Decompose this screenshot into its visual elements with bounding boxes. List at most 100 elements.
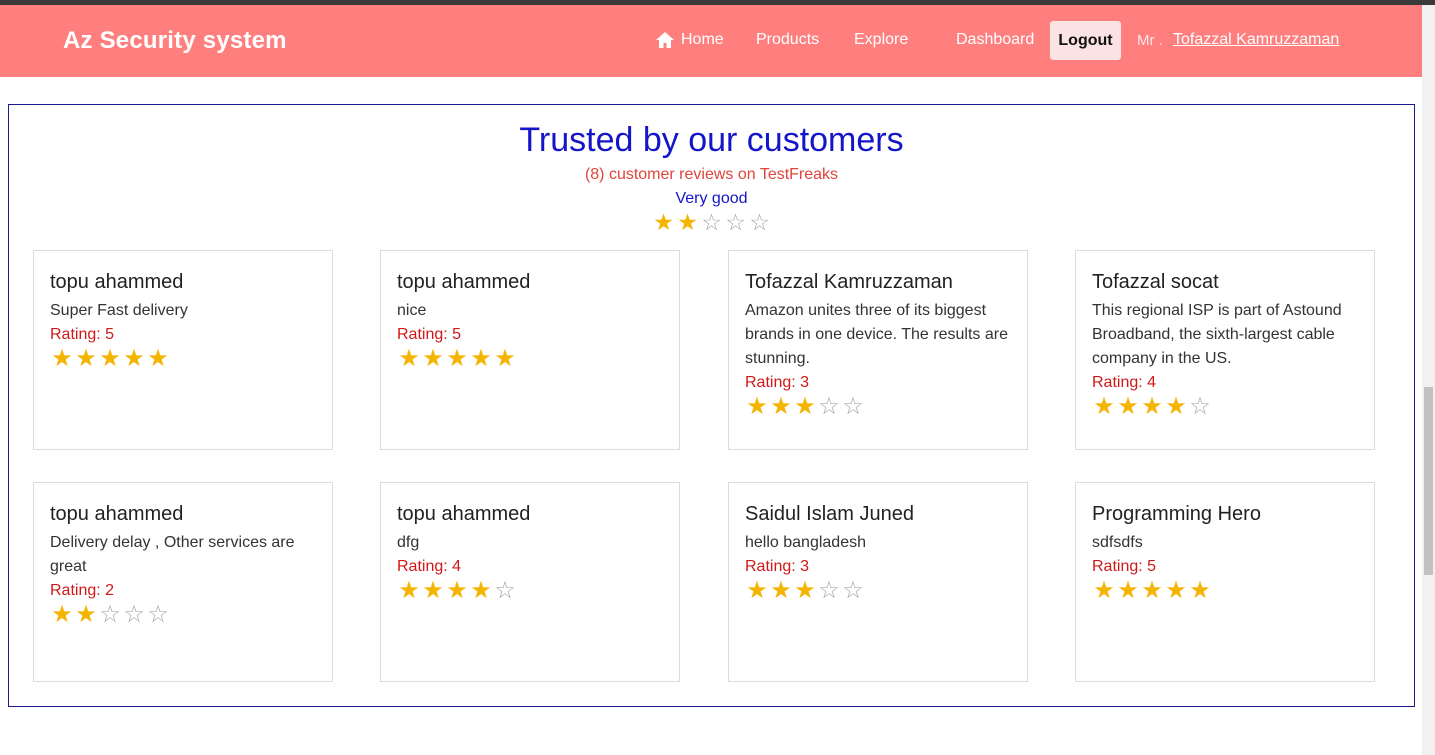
star-filled-icon: ★ [446, 345, 468, 372]
star-outline-icon: ☆ [123, 601, 145, 628]
review-rating-stars: ★ ★ ★ ☆ ☆ [745, 579, 1011, 603]
star-filled-icon: ★ [147, 345, 169, 372]
review-card: topu ahammed Delivery delay , Other servi… [33, 482, 333, 682]
review-rating-stars: ★ ★ ★ ☆ ☆ [745, 395, 1011, 419]
reviewer-name: Tofazzal socat [1092, 271, 1219, 293]
reviews-section: Trusted by our customers (8) customer re… [8, 104, 1415, 707]
reviewer-name: topu ahammed [50, 503, 184, 525]
star-filled-icon: ★ [446, 577, 468, 604]
star-filled-icon: ★ [470, 345, 492, 372]
page-scrollbar-thumb[interactable] [1424, 387, 1433, 575]
review-rating-label: Rating: 3 [745, 374, 810, 391]
review-text: dfg [397, 534, 420, 551]
reviewer-name: topu ahammed [50, 271, 184, 293]
review-rating-label: Rating: 2 [50, 582, 115, 599]
overall-rating-stars: ★ ★ ☆ ☆ ☆ [9, 211, 1414, 235]
star-filled-icon: ★ [398, 345, 420, 372]
user-name-link[interactable]: Tofazzal Kamruzzaman [1173, 31, 1339, 49]
review-rating-stars: ★ ★ ★ ★ ★ [1092, 579, 1358, 603]
star-filled-icon: ★ [123, 345, 145, 372]
review-text: Amazon unites three of its biggest brand… [745, 302, 1008, 367]
star-filled-icon: ★ [794, 393, 816, 420]
star-outline-icon: ☆ [701, 209, 722, 235]
star-filled-icon: ★ [422, 345, 444, 372]
review-card: Programming Hero sdfsdfs Rating: 5 ★ ★ ★ ★ ★ [1075, 482, 1375, 682]
review-rating-stars: ★ ★ ★ ★ ☆ [1092, 395, 1358, 419]
review-text: Super Fast delivery [50, 302, 188, 319]
star-outline-icon: ☆ [494, 577, 516, 604]
nav-home-link[interactable]: Home [655, 31, 724, 49]
star-filled-icon: ★ [1165, 393, 1187, 420]
review-card: Saidul Islam Juned hello bangladesh Rating… [728, 482, 1028, 682]
star-filled-icon: ★ [746, 577, 768, 604]
review-card: topu ahammed nice Rating: 5 ★ ★ ★ ★ ★ [380, 250, 680, 450]
star-filled-icon: ★ [677, 209, 698, 235]
review-card: Tofazzal Kamruzzaman Amazon unites three … [728, 250, 1028, 450]
section-title: Trusted by our customers [519, 121, 904, 159]
reviewer-name: Programming Hero [1092, 503, 1261, 525]
reviewer-name: Saidul Islam Juned [745, 503, 914, 525]
star-outline-icon: ☆ [99, 601, 121, 628]
star-filled-icon: ★ [1165, 577, 1187, 604]
star-filled-icon: ★ [398, 577, 420, 604]
star-filled-icon: ★ [75, 601, 97, 628]
star-filled-icon: ★ [75, 345, 97, 372]
reviews-count-text: (8) customer reviews on TestFreaks [584, 166, 839, 183]
star-filled-icon: ★ [794, 577, 816, 604]
star-filled-icon: ★ [1093, 577, 1115, 604]
review-rating-label: Rating: 5 [1092, 558, 1157, 575]
star-filled-icon: ★ [1117, 393, 1139, 420]
star-outline-icon: ☆ [725, 209, 746, 235]
star-filled-icon: ★ [653, 209, 674, 235]
star-outline-icon: ☆ [147, 601, 169, 628]
review-text: sdfsdfs [1092, 534, 1143, 551]
star-filled-icon: ★ [770, 393, 792, 420]
review-text: hello bangladesh [745, 534, 866, 551]
star-outline-icon: ☆ [1189, 393, 1211, 420]
page-scrollbar[interactable] [1422, 5, 1435, 755]
nav-explore-link[interactable]: Explore [854, 31, 908, 49]
review-rating-stars: ★ ★ ★ ★ ☆ [397, 579, 663, 603]
review-text: Delivery delay , Other services are grea… [50, 534, 295, 575]
review-card: topu ahammed Super Fast delivery Rating: 5… [33, 250, 333, 450]
review-rating-label: Rating: 4 [1092, 374, 1157, 391]
logout-button[interactable]: Logout [1050, 21, 1121, 60]
brand-logo-text[interactable]: Az Security system [63, 27, 287, 55]
star-filled-icon: ★ [1189, 577, 1211, 604]
star-outline-icon: ☆ [842, 393, 864, 420]
star-filled-icon: ★ [770, 577, 792, 604]
review-rating-label: Rating: 5 [50, 326, 115, 343]
reviewer-name: Tofazzal Kamruzzaman [745, 271, 953, 293]
star-outline-icon: ☆ [842, 577, 864, 604]
nav-products-link[interactable]: Products [756, 31, 819, 49]
star-filled-icon: ★ [51, 601, 73, 628]
home-icon [656, 32, 674, 48]
star-filled-icon: ★ [1141, 393, 1163, 420]
star-filled-icon: ★ [1141, 577, 1163, 604]
star-filled-icon: ★ [494, 345, 516, 372]
nav-dashboard-link[interactable]: Dashboard [956, 31, 1034, 49]
reviewer-name: topu ahammed [397, 503, 531, 525]
review-text: nice [397, 302, 427, 319]
star-outline-icon: ☆ [818, 393, 840, 420]
review-card: topu ahammed dfg Rating: 4 ★ ★ ★ ★ ☆ [380, 482, 680, 682]
star-filled-icon: ★ [1117, 577, 1139, 604]
reviewer-name: topu ahammed [397, 271, 531, 293]
review-rating-stars: ★ ★ ★ ★ ★ [397, 347, 663, 371]
star-outline-icon: ☆ [749, 209, 770, 235]
star-filled-icon: ★ [51, 345, 73, 372]
star-filled-icon: ★ [422, 577, 444, 604]
review-rating-label: Rating: 5 [397, 326, 462, 343]
star-filled-icon: ★ [746, 393, 768, 420]
overall-verdict: Very good [675, 190, 748, 207]
review-rating-stars: ★ ★ ★ ★ ★ [50, 347, 316, 371]
navbar: Az Security system Home Products Explore… [0, 5, 1422, 77]
review-rating-stars: ★ ★ ☆ ☆ ☆ [50, 603, 316, 627]
review-rating-label: Rating: 3 [745, 558, 810, 575]
star-filled-icon: ★ [99, 345, 121, 372]
star-filled-icon: ★ [470, 577, 492, 604]
star-outline-icon: ☆ [818, 577, 840, 604]
nav-home-label: Home [681, 31, 724, 48]
review-text: This regional ISP is part of Astound Bro… [1092, 302, 1342, 367]
user-prefix: Mr . [1137, 32, 1163, 49]
